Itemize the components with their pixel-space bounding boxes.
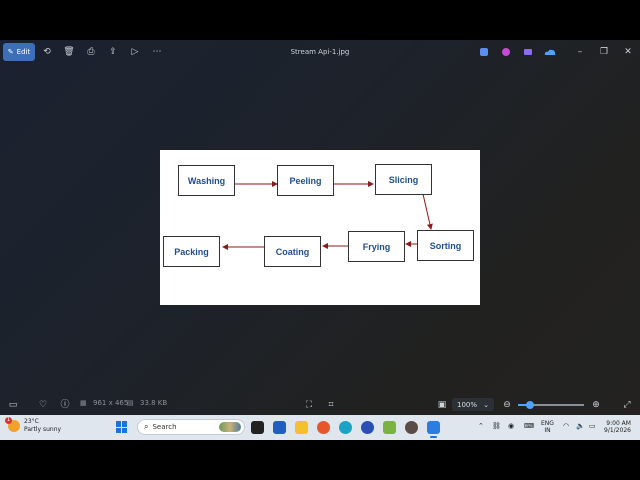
search-label: Search (152, 423, 177, 431)
fullscreen-icon[interactable]: ⤢ (621, 399, 633, 411)
file-explorer-icon[interactable] (295, 421, 308, 434)
chevron-down-icon: ⌄ (483, 400, 489, 409)
zoom-slider[interactable] (518, 401, 584, 409)
camera-icon[interactable]: ◉ (508, 422, 514, 430)
status-bar: ▭ ♡ ⓘ ▦ 961 x 465 ▤ 33.8 KB ⛶ ⌗ ▣ 100% ⌄… (0, 396, 640, 414)
more-icon[interactable]: ⋯ (151, 46, 163, 58)
weather-widget[interactable]: 1 23°C Partly sunny (5, 417, 62, 434)
taskbar: 1 23°C Partly sunny ⌕ Search ⌃ ⛓ ◉ ⌨ ENG… (0, 415, 640, 440)
zoom-slider-knob[interactable] (525, 401, 534, 409)
file-size: 33.8 KB (140, 399, 168, 407)
volume-icon[interactable]: 🔈 (576, 422, 585, 430)
title-bar: ✎ Edit ⟲ 🗑 ⎙ ⇪ ▷ ⋯ Stream Api-1.jpg – ❐ … (0, 40, 640, 66)
start-button[interactable] (116, 421, 128, 433)
edge-icon[interactable] (339, 421, 352, 434)
zoom-out-icon[interactable]: ⊖ (501, 399, 513, 411)
sun-icon: 1 (5, 417, 20, 432)
photos-app-window: ✎ Edit ⟲ 🗑 ⎙ ⇪ ▷ ⋯ Stream Api-1.jpg – ❐ … (0, 40, 640, 415)
media-app-icon[interactable] (405, 421, 418, 434)
battery-icon[interactable]: ▭ (589, 422, 596, 430)
minimize-icon[interactable]: – (574, 46, 586, 58)
info-icon[interactable]: ⓘ (59, 399, 71, 411)
keyboard-icon[interactable]: ⌨ (524, 422, 534, 430)
file-size-icon: ▤ (127, 399, 134, 407)
search-icon: ⌕ (144, 422, 149, 431)
node-washing: Washing (178, 165, 235, 196)
date: 9/1/2026 (604, 427, 631, 434)
task-view-icon[interactable] (251, 421, 264, 434)
zoom-value: 100% (457, 400, 478, 409)
node-sorting: Sorting (417, 230, 474, 261)
favorite-icon[interactable]: ♡ (37, 399, 49, 411)
arrow-slicing-sorting (422, 193, 433, 230)
taskbar-search[interactable]: ⌕ Search (137, 419, 245, 435)
image-canvas: Washing Peeling Slicing Sorting Frying C… (160, 150, 480, 305)
filmstrip-icon[interactable]: ▭ (7, 399, 19, 411)
temperature: 23°C (24, 418, 39, 425)
clock[interactable]: 9:00 AM 9/1/2026 (604, 420, 631, 434)
clipchamp-icon[interactable] (500, 46, 512, 58)
language-code: ENG (541, 420, 554, 427)
share-icon[interactable]: ⇪ (107, 46, 119, 58)
app-icon[interactable] (522, 46, 534, 58)
node-slicing: Slicing (375, 164, 432, 195)
fit-view-icon[interactable]: ⛶ (303, 399, 315, 411)
slideshow-icon[interactable]: ▷ (129, 46, 141, 58)
designer-icon[interactable] (478, 46, 490, 58)
store-icon[interactable] (273, 421, 286, 434)
rotate-icon[interactable]: ⟲ (41, 46, 53, 58)
search-highlight-image (219, 422, 241, 432)
zoom-dropdown[interactable]: 100% ⌄ (452, 398, 494, 411)
window-title: Stream Api-1.jpg (290, 48, 350, 56)
onedrive-icon[interactable] (544, 46, 556, 58)
zoom-in-icon[interactable]: ⊕ (590, 399, 602, 411)
edit-button[interactable]: ✎ Edit (3, 43, 35, 61)
maximize-icon[interactable]: ❐ (598, 46, 610, 58)
edit-icon: ✎ (7, 48, 14, 56)
node-frying: Frying (348, 231, 405, 262)
image-dimensions: 961 x 465 (93, 399, 129, 407)
wifi-icon[interactable]: ◠ (563, 422, 569, 430)
close-icon[interactable]: ✕ (622, 46, 634, 58)
weather-alert-badge: 1 (5, 417, 12, 424)
node-peeling: Peeling (277, 165, 334, 196)
show-hidden-icons-icon[interactable]: ⌃ (478, 422, 484, 430)
node-coating: Coating (264, 236, 321, 267)
zoom-app-icon[interactable] (361, 421, 374, 434)
print-icon[interactable]: ⎙ (85, 46, 97, 58)
photos-app-icon[interactable] (427, 421, 440, 438)
scan-icon[interactable]: ⌗ (325, 399, 337, 411)
language-indicator[interactable]: ENG IN (541, 420, 554, 434)
region-code: IN (544, 427, 551, 434)
link-icon[interactable]: ⛓ (492, 422, 501, 430)
actual-size-icon[interactable]: ▣ (436, 399, 448, 411)
android-icon[interactable] (383, 421, 396, 434)
firefox-icon[interactable] (317, 421, 330, 434)
edit-label: Edit (16, 48, 31, 56)
time: 9:00 AM (606, 420, 631, 427)
weather-description: Partly sunny (24, 426, 62, 433)
node-packing: Packing (163, 236, 220, 267)
delete-icon[interactable]: 🗑 (63, 46, 75, 58)
image-dimensions-icon: ▦ (80, 399, 87, 407)
